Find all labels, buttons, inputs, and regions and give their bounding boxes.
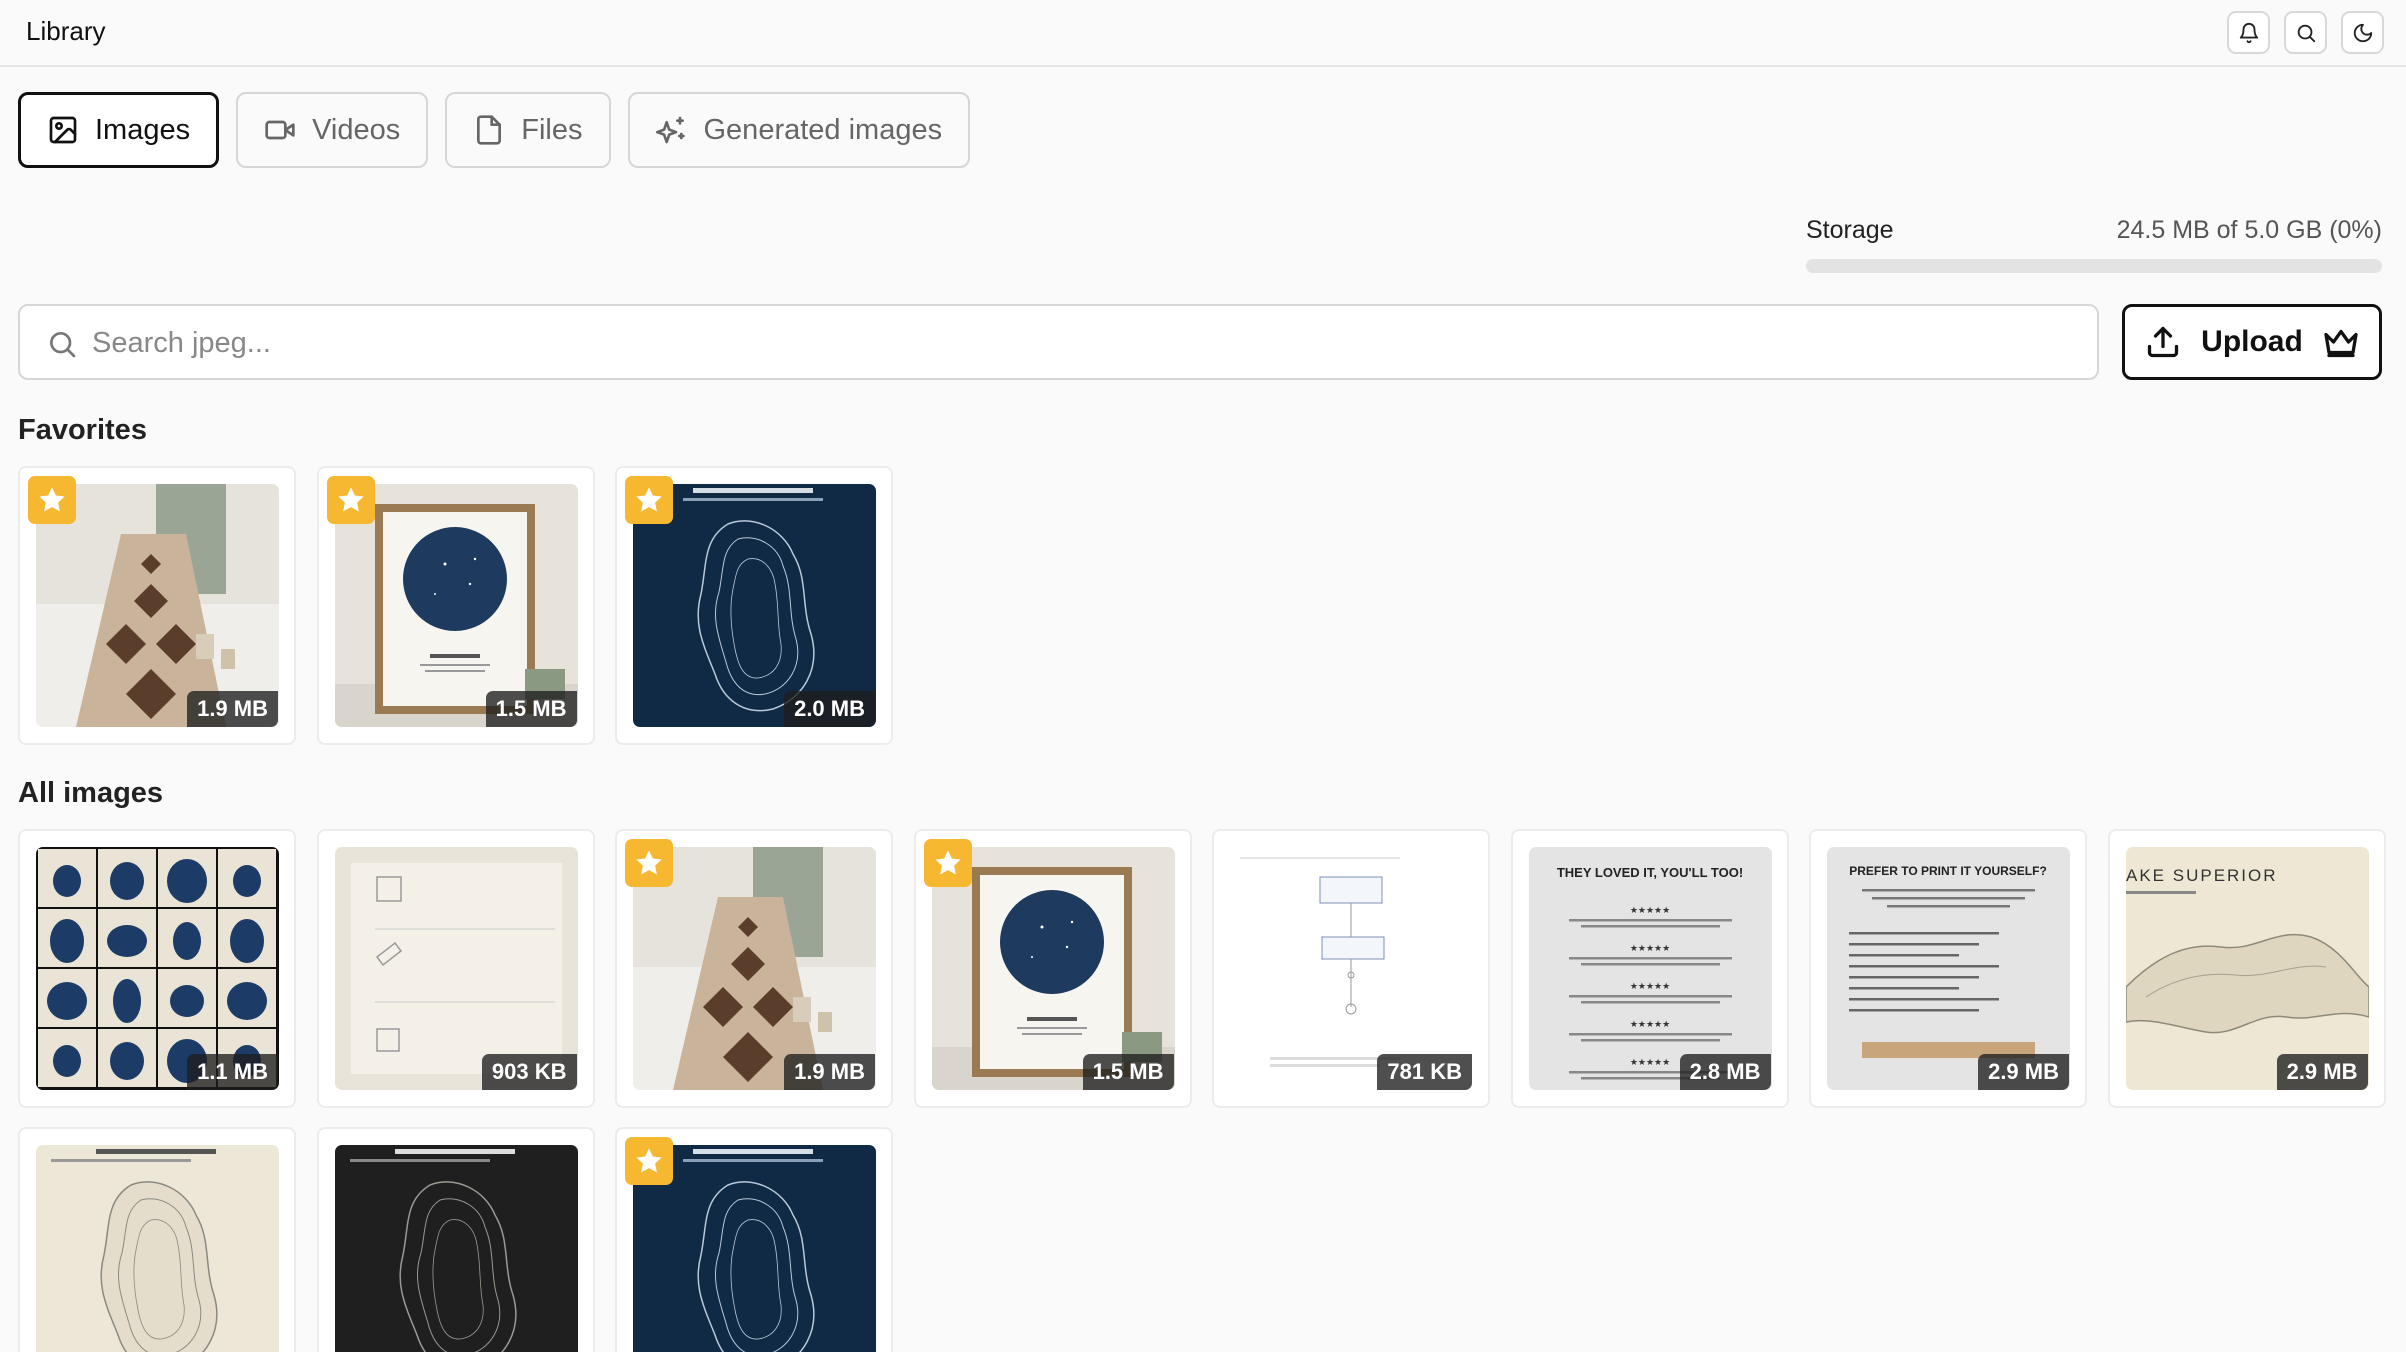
- image-card[interactable]: AKE SUPERIOR 2.9 MB: [2107, 829, 2386, 1108]
- file-size-badge: 781 KB: [1377, 1054, 1472, 1090]
- image-thumbnail[interactable]: [334, 1145, 578, 1352]
- file-size-badge: 2.8 MB: [1679, 1054, 1771, 1090]
- storage-label: Storage: [1806, 216, 1894, 244]
- file-icon: [477, 115, 502, 145]
- tab-generated-images[interactable]: Generated images: [627, 92, 971, 168]
- theme-toggle-button[interactable]: [2341, 11, 2384, 54]
- svg-text:★★★★★: ★★★★★: [1629, 944, 1669, 954]
- notifications-button[interactable]: [2227, 11, 2270, 54]
- svg-text:★★★★★: ★★★★★: [1629, 906, 1669, 916]
- image-card[interactable]: [18, 1127, 296, 1352]
- file-size-badge: 1.5 MB: [485, 691, 577, 727]
- tab-label: Files: [521, 113, 583, 146]
- favorite-star-icon[interactable]: [923, 839, 972, 887]
- file-size-badge: 1.9 MB: [187, 691, 278, 727]
- file-size-badge: 2.9 MB: [2276, 1054, 2368, 1090]
- search-bar: [18, 304, 2099, 380]
- svg-text:PREFER TO PRINT IT YOURSELF?: PREFER TO PRINT IT YOURSELF?: [1849, 864, 2047, 878]
- header-actions: [2227, 11, 2384, 54]
- library-tabs: Images Videos Files Generated images: [18, 92, 971, 168]
- tab-images[interactable]: Images: [18, 92, 220, 168]
- image-card[interactable]: 2.0 MB: [615, 466, 893, 745]
- sparkles-icon: [655, 116, 685, 144]
- all-images-heading: All images: [18, 777, 164, 809]
- image-card[interactable]: 1.9 MB: [18, 466, 296, 745]
- image-card[interactable]: 1.5 MB: [316, 466, 595, 745]
- favorite-star-icon[interactable]: [625, 1137, 673, 1185]
- image-card[interactable]: 1.5 MB: [913, 829, 1192, 1108]
- svg-text:THEY LOVED IT, YOU'LL TOO!: THEY LOVED IT, YOU'LL TOO!: [1556, 865, 1742, 880]
- favorite-star-icon[interactable]: [625, 839, 673, 887]
- crown-icon: [2324, 329, 2358, 358]
- image-card[interactable]: [316, 1127, 595, 1352]
- svg-text:★★★★★: ★★★★★: [1629, 1058, 1669, 1068]
- upload-label: Upload: [2201, 325, 2303, 358]
- image-card[interactable]: 781 KB: [1212, 829, 1490, 1108]
- tab-videos[interactable]: Videos: [236, 92, 429, 168]
- favorite-star-icon[interactable]: [28, 476, 76, 524]
- file-size-badge: 903 KB: [481, 1054, 577, 1090]
- storage-indicator: Storage 24.5 MB of 5.0 GB (0%): [1806, 216, 2382, 273]
- file-size-badge: 1.9 MB: [784, 1054, 875, 1090]
- file-size-badge: 2.9 MB: [1978, 1054, 2069, 1090]
- image-card[interactable]: PREFER TO PRINT IT YOURSELF? 2.9 MB: [1809, 829, 2087, 1108]
- tab-label: Videos: [312, 113, 401, 146]
- tab-label: Images: [95, 113, 191, 146]
- page-title: Library: [26, 16, 106, 46]
- image-card[interactable]: THEY LOVED IT, YOU'LL TOO! ★★★★★ ★★★★★ ★…: [1510, 829, 1789, 1108]
- upload-button[interactable]: Upload: [2122, 304, 2382, 380]
- favorites-heading: Favorites: [18, 414, 147, 446]
- search-icon: [50, 332, 76, 358]
- video-icon: [265, 120, 295, 140]
- image-card[interactable]: [615, 1127, 893, 1352]
- favorite-star-icon[interactable]: [326, 476, 375, 524]
- svg-text:★★★★★: ★★★★★: [1629, 1020, 1669, 1030]
- file-size-badge: 1.5 MB: [1082, 1054, 1174, 1090]
- bell-icon: [2239, 22, 2258, 43]
- storage-progress-bar: [1806, 259, 2382, 273]
- upload-icon: [2148, 326, 2179, 358]
- svg-text:★★★★★: ★★★★★: [1629, 982, 1669, 992]
- tab-files[interactable]: Files: [445, 92, 611, 168]
- file-size-badge: 2.0 MB: [784, 691, 875, 727]
- moon-icon: [2353, 23, 2372, 42]
- image-card[interactable]: 1.9 MB: [615, 829, 893, 1108]
- top-bar: Library: [0, 0, 2406, 67]
- tab-label: Generated images: [703, 113, 943, 146]
- search-input[interactable]: [92, 320, 2072, 366]
- favorite-star-icon[interactable]: [625, 476, 673, 524]
- image-card[interactable]: 903 KB: [316, 829, 595, 1108]
- search-icon: [2297, 24, 2315, 42]
- global-search-button[interactable]: [2284, 11, 2327, 54]
- image-card[interactable]: 1.1 MB: [18, 829, 296, 1108]
- image-icon: [49, 116, 77, 144]
- svg-text:AKE SUPERIOR: AKE SUPERIOR: [2126, 866, 2278, 885]
- storage-value: 24.5 MB of 5.0 GB (0%): [2116, 216, 2382, 244]
- file-size-badge: 1.1 MB: [187, 1054, 278, 1090]
- image-thumbnail[interactable]: [36, 1145, 279, 1352]
